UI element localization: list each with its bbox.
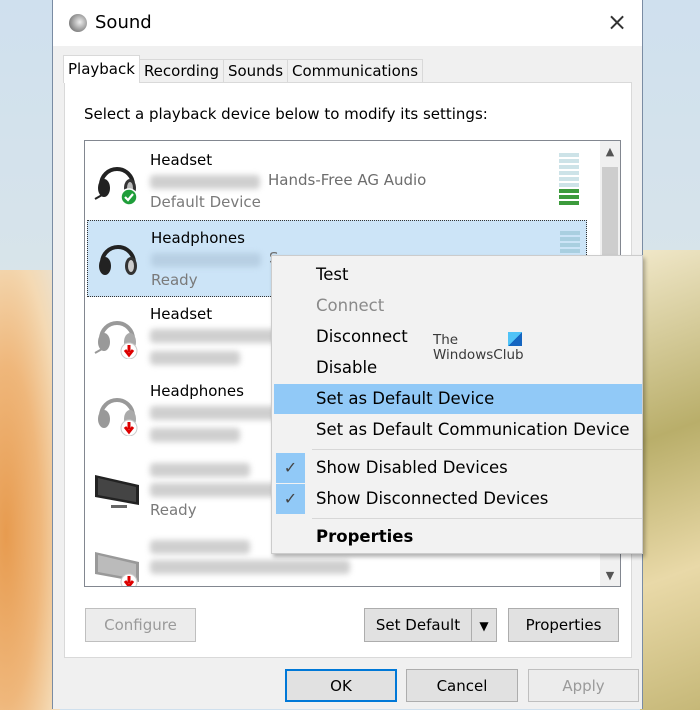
menu-item-properties[interactable]: Properties xyxy=(274,522,642,552)
title-bar: Sound × xyxy=(53,0,642,46)
set-default-dropdown[interactable]: ▼ xyxy=(471,608,497,642)
tab-sounds[interactable]: Sounds xyxy=(222,59,289,83)
properties-button[interactable]: Properties xyxy=(508,608,619,642)
menu-separator xyxy=(312,449,642,450)
menu-item-label: Show Disabled Devices xyxy=(316,458,508,477)
tab-playback[interactable]: Playback xyxy=(63,55,140,83)
device-status: Ready xyxy=(150,501,197,519)
scroll-up-icon[interactable]: ▲ xyxy=(600,145,620,158)
device-status: Ready xyxy=(151,271,198,289)
checkmark-icon: ✓ xyxy=(276,484,305,514)
menu-item-connect[interactable]: Connect xyxy=(274,291,642,321)
watermark-logo-icon xyxy=(508,332,522,346)
tab-recording[interactable]: Recording xyxy=(138,59,224,83)
watermark-line2: WindowsClub xyxy=(433,347,524,363)
device-name: Headphones xyxy=(150,382,244,400)
close-button[interactable]: × xyxy=(602,8,632,38)
device-item[interactable]: Headset Hands-Free AG Audio Default Devi… xyxy=(87,143,587,220)
instruction-text: Select a playback device below to modify… xyxy=(84,105,488,123)
blurred-text xyxy=(150,351,240,365)
headphones-disconnected-icon xyxy=(98,398,138,436)
menu-item-label: Show Disconnected Devices xyxy=(316,489,549,508)
chevron-down-icon: ▼ xyxy=(479,619,489,633)
wallpaper-left xyxy=(0,270,60,710)
apply-button[interactable]: Apply xyxy=(528,669,639,702)
blurred-text xyxy=(150,540,250,554)
menu-item-set-default-device[interactable]: Set as Default Device xyxy=(274,384,642,414)
menu-item-show-disconnected[interactable]: ✓ Show Disconnected Devices xyxy=(274,484,642,514)
volume-meter xyxy=(559,153,579,207)
menu-item-test[interactable]: Test xyxy=(274,260,642,290)
blurred-text xyxy=(150,463,250,477)
headphones-icon xyxy=(99,245,137,275)
ok-button[interactable]: OK xyxy=(285,669,397,702)
device-name: Headset xyxy=(150,305,213,323)
menu-item-set-default-communication[interactable]: Set as Default Communication Device xyxy=(274,415,642,445)
device-status: Default Device xyxy=(150,193,261,211)
context-menu: Test Connect Disconnect Disable Set as D… xyxy=(271,255,643,554)
configure-button[interactable]: Configure xyxy=(85,608,196,642)
wallpaper-right xyxy=(640,250,700,710)
checkmark-icon: ✓ xyxy=(276,453,305,483)
monitor-icon xyxy=(95,475,139,508)
menu-item-show-disabled[interactable]: ✓ Show Disabled Devices xyxy=(274,453,642,483)
device-name: Headphones xyxy=(151,229,245,247)
blurred-text xyxy=(150,175,260,189)
menu-separator xyxy=(312,518,642,519)
blurred-text xyxy=(151,253,261,267)
headset-icon xyxy=(94,167,138,205)
tab-bar: Playback Recording Sounds Communications xyxy=(63,55,424,83)
device-name: Headset xyxy=(150,151,213,169)
speaker-icon xyxy=(69,14,87,32)
scroll-down-icon[interactable]: ▼ xyxy=(600,569,620,582)
window-title: Sound xyxy=(95,12,152,33)
set-default-button[interactable]: Set Default xyxy=(364,608,471,642)
blurred-text xyxy=(150,428,240,442)
cancel-button[interactable]: Cancel xyxy=(406,669,518,702)
headset-disconnected-icon xyxy=(94,321,138,359)
device-description: Hands-Free AG Audio xyxy=(268,171,427,189)
tab-communications[interactable]: Communications xyxy=(287,59,424,83)
monitor-disconnected-icon xyxy=(95,552,139,586)
blurred-text xyxy=(150,560,350,574)
